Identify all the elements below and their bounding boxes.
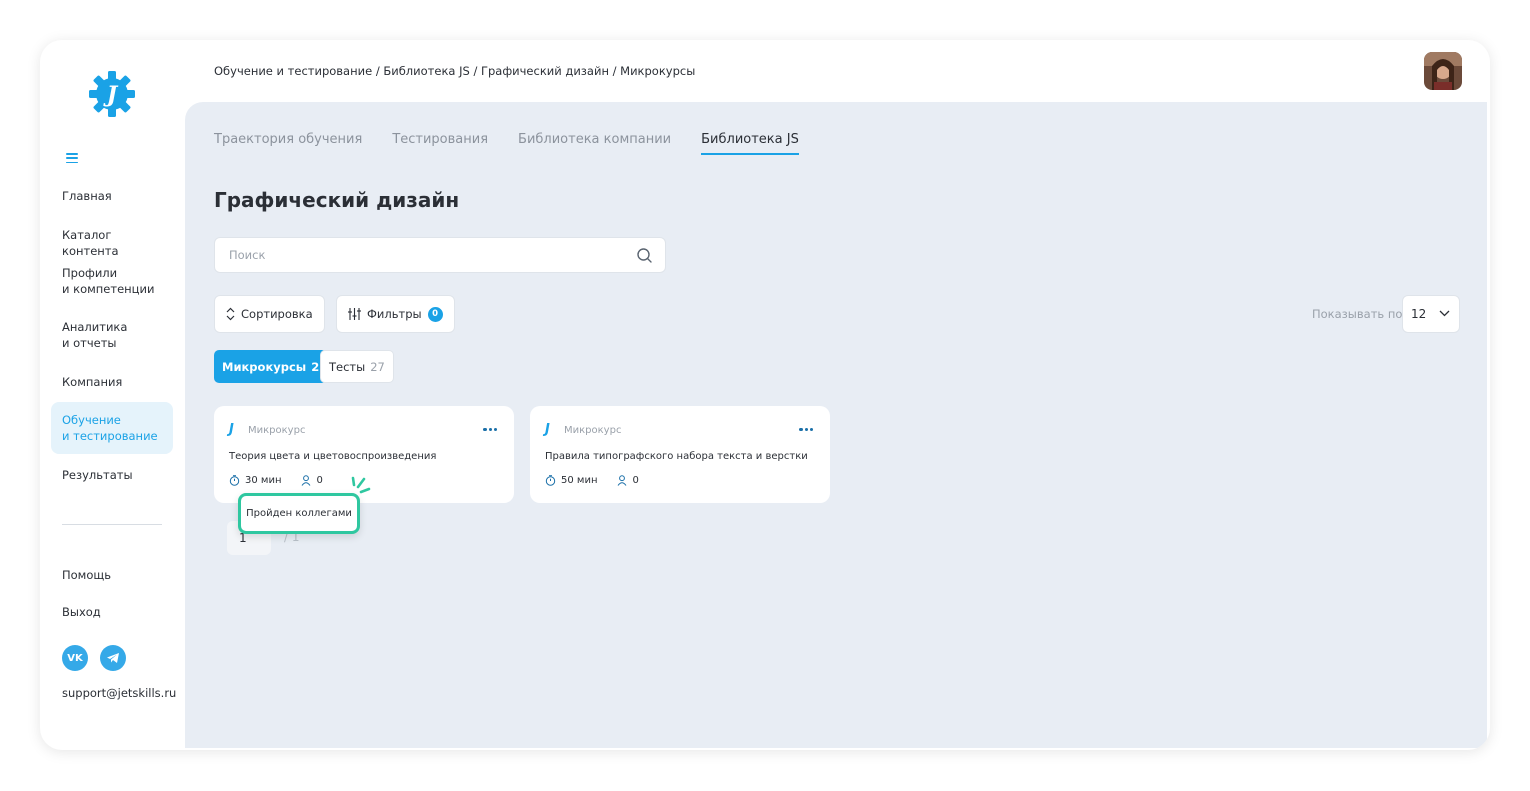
user-avatar[interactable] — [1424, 52, 1462, 90]
course-card[interactable]: J Микрокурс Правила типографского набора… — [530, 406, 830, 503]
sort-button-label: Сортировка — [241, 307, 313, 321]
course-duration: 50 мин — [561, 475, 598, 486]
main-content: Траектория обучения Тестирования Библиот… — [185, 102, 1487, 748]
filter-chip-label: Микрокурсы — [222, 359, 307, 374]
filter-chip-count: 2 — [311, 359, 320, 374]
tooltip-completed-by-colleagues: Пройден коллегами — [238, 493, 360, 534]
sidebar-divider — [62, 524, 162, 525]
sidebar-item-analytics[interactable]: Аналитика и отчеты — [51, 319, 173, 351]
course-title[interactable]: Теория цвета и цветовоспроизведения — [229, 451, 436, 462]
support-email-link[interactable]: support@jetskills.ru — [62, 686, 176, 700]
filter-chip-label: Тесты — [329, 359, 366, 374]
sidebar-item-logout[interactable]: Выход — [51, 604, 173, 620]
highlight-sparkle-icon — [351, 476, 371, 494]
filters-button[interactable]: Фильтры 0 — [336, 295, 455, 333]
more-options-icon[interactable] — [483, 428, 497, 432]
tab-bar: Траектория обучения Тестирования Библиот… — [214, 132, 799, 155]
sidebar: J Главная Каталог контента Профили и ком… — [40, 40, 185, 750]
sort-button[interactable]: Сортировка — [214, 295, 325, 333]
tab-company-library[interactable]: Библиотека компании — [518, 132, 671, 155]
chevron-down-icon — [1439, 310, 1450, 317]
tab-learning-path[interactable]: Траектория обучения — [214, 132, 362, 155]
search-icon[interactable] — [636, 247, 653, 264]
search-input[interactable]: Поиск — [229, 248, 265, 262]
more-options-icon[interactable] — [799, 428, 813, 432]
per-page-label: Показывать по: — [1312, 307, 1407, 321]
breadcrumb: Обучение и тестирование / Библиотека JS … — [214, 64, 696, 78]
sidebar-item-home[interactable]: Главная — [51, 188, 173, 204]
tab-js-library[interactable]: Библиотека JS — [701, 132, 799, 155]
jetskills-logo-icon[interactable]: J — [88, 70, 136, 118]
course-users-count: 0 — [316, 475, 323, 486]
filter-sliders-icon — [348, 308, 361, 320]
per-page-select[interactable]: 12 — [1402, 295, 1460, 333]
timer-icon — [229, 475, 240, 486]
timer-icon — [545, 475, 556, 486]
course-title[interactable]: Правила типографского набора текста и ве… — [545, 451, 808, 462]
filter-chip-count: 27 — [370, 359, 385, 374]
per-page-value: 12 — [1411, 307, 1427, 321]
search-field[interactable]: Поиск — [214, 237, 666, 273]
sidebar-item-company[interactable]: Компания — [51, 374, 173, 390]
sidebar-item-profiles[interactable]: Профили и компетенции — [51, 265, 173, 297]
course-meta: 30 мин 0 — [229, 475, 323, 486]
filter-chip-tests[interactable]: Тесты 27 — [320, 350, 394, 383]
course-type-label: Микрокурс — [248, 425, 306, 436]
page-title: Графический дизайн — [214, 188, 460, 212]
course-users-count: 0 — [632, 475, 639, 486]
app-window: J Главная Каталог контента Профили и ком… — [40, 40, 1490, 750]
tab-testing[interactable]: Тестирования — [392, 132, 488, 155]
course-meta: 50 мин 0 — [545, 475, 639, 486]
sidebar-item-results[interactable]: Результаты — [51, 467, 173, 483]
course-type-label: Микрокурс — [564, 425, 622, 436]
course-type-icon: J — [545, 422, 550, 437]
sidebar-item-learning[interactable]: Обучение и тестирование — [51, 402, 173, 454]
sidebar-item-catalog[interactable]: Каталог контента — [51, 227, 173, 259]
sidebar-item-help[interactable]: Помощь — [51, 567, 173, 583]
telegram-icon[interactable] — [100, 645, 126, 671]
user-icon — [618, 475, 627, 486]
sort-icon — [226, 307, 235, 321]
user-icon — [302, 475, 311, 486]
course-duration: 30 мин — [245, 475, 282, 486]
vk-icon[interactable]: VK — [62, 645, 88, 671]
menu-toggle-icon[interactable] — [66, 153, 78, 163]
filters-button-label: Фильтры — [367, 307, 422, 321]
filter-chip-microcourses[interactable]: Микрокурсы 2 — [214, 350, 328, 383]
course-type-icon: J — [229, 422, 234, 437]
filters-count-badge: 0 — [427, 306, 443, 322]
